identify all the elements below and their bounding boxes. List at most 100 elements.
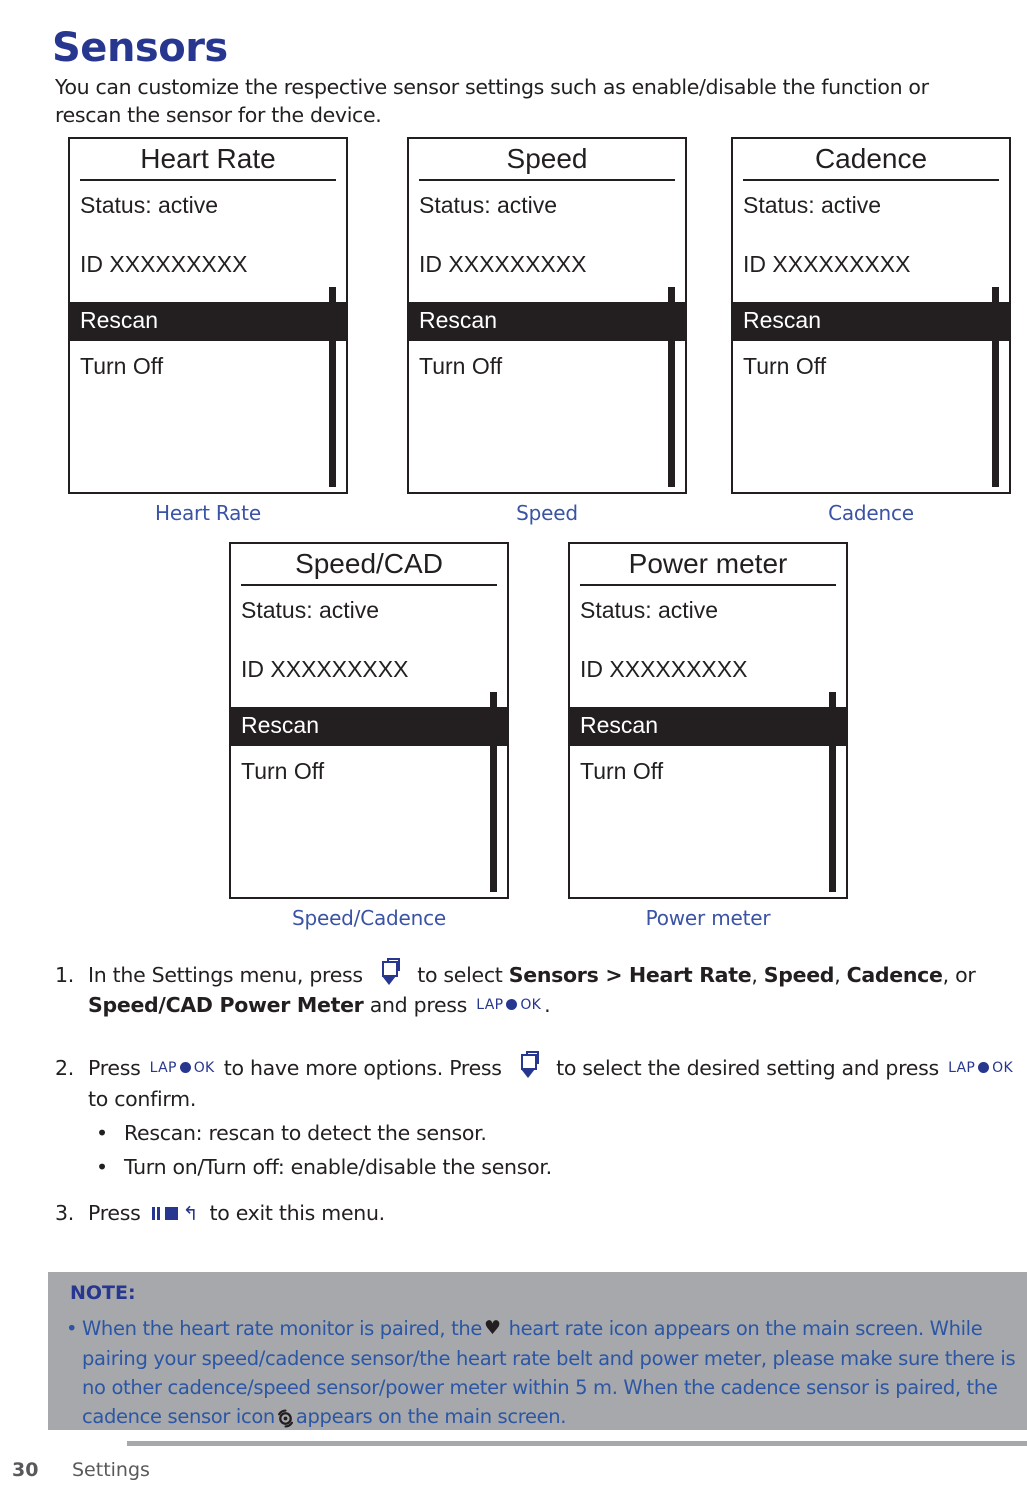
figure-caption: Power meter: [645, 906, 771, 930]
device-title: Cadence: [814, 143, 928, 174]
page-down-key-icon-square-front: [382, 961, 398, 977]
pause-icon: [151, 1206, 161, 1220]
cadence-sensor-icon: [276, 1407, 295, 1428]
step-2: 2. Press LAP OK to have more options. Pre…: [0, 1051, 1027, 1184]
device-scrollbar[interactable]: [668, 287, 675, 487]
step-3-text-1: Press: [88, 1201, 141, 1225]
page-down-key-icon[interactable]: [514, 1051, 544, 1082]
footer-divider: [127, 1441, 1027, 1446]
step-1-number: 1.: [55, 963, 74, 987]
device-scrollbar[interactable]: [490, 692, 497, 892]
device-frame: Power meter Status: active ID XXXXXXXXX …: [568, 542, 848, 899]
device-menu-item-turn-off[interactable]: Turn Off: [409, 341, 685, 378]
ok-label: OK: [520, 997, 542, 1013]
lap-ok-key-icon-dot: [179, 1061, 191, 1073]
note-text: When the heart rate monitor is paired, t…: [82, 1314, 1027, 1431]
device-status-text: Status: active: [419, 192, 558, 218]
lap-ok-key-icon[interactable]: LAP OK: [948, 1053, 1013, 1083]
bullet-dot: •: [66, 1317, 78, 1340]
device-status-text: Status: active: [580, 597, 719, 623]
device-title: Speed: [506, 143, 588, 174]
device-menu-item-rescan[interactable]: Rescan: [570, 707, 846, 746]
device-status-text: Status: active: [80, 192, 219, 218]
pause-stop-back-key-icon[interactable]: ↰: [151, 1197, 199, 1227]
step-1-text-3: and press: [369, 993, 468, 1017]
bullet-dot: •: [96, 1121, 108, 1145]
step-1-body: In the Settings menu, press to select Se…: [88, 958, 1017, 1021]
note-text-part-3: appears on the main screen.: [295, 1405, 567, 1428]
device-menu-item-turn-off[interactable]: Turn Off: [70, 341, 346, 378]
device-screen-power-meter: Power meter Status: active ID XXXXXXXXX …: [568, 542, 848, 930]
device-screens-row-1: Heart Rate Status: active ID XXXXXXXXX R…: [0, 137, 1027, 537]
figure-caption: Speed/Cadence: [291, 906, 447, 930]
lap-label: LAP: [149, 1060, 177, 1076]
ok-label: OK: [193, 1060, 215, 1076]
device-scrollbar[interactable]: [992, 287, 999, 487]
device-menu-item-rescan[interactable]: Rescan: [231, 707, 507, 746]
step-1-bold-2: Speed: [763, 963, 835, 987]
lap-ok-key-icon[interactable]: LAP OK: [476, 990, 541, 1020]
intro-paragraph: You can customize the respective sensor …: [55, 74, 929, 127]
device-menu-item-turn-off[interactable]: Turn Off: [733, 341, 1009, 378]
footer-page-number: 30: [12, 1459, 39, 1481]
lap-ok-key-icon-dot: [978, 1061, 990, 1073]
lap-ok-key-icon[interactable]: LAP OK: [150, 1053, 215, 1083]
device-menu-item-rescan[interactable]: Rescan: [409, 302, 685, 341]
device-menu-item-rescan[interactable]: Rescan: [70, 302, 346, 341]
device-scrollbar[interactable]: [329, 287, 336, 487]
step-1: 1. In the Settings menu, press to select…: [0, 958, 1027, 1021]
step-1-bold-3: Cadence: [846, 963, 943, 987]
device-screen-speed: Speed Status: active ID XXXXXXXXX Rescan…: [407, 137, 687, 525]
note-text-part-1: When the heart rate monitor is paired, t…: [82, 1317, 483, 1340]
device-frame: Speed/CAD Status: active ID XXXXXXXXX Re…: [229, 542, 509, 899]
back-arrow-icon: ↰: [182, 1202, 199, 1225]
page-down-key-icon[interactable]: [375, 958, 405, 989]
step-1-text-4: .: [544, 993, 551, 1017]
step-2-text-3: to select the desired setting and press: [556, 1056, 939, 1080]
device-frame: Speed Status: active ID XXXXXXXXX Rescan…: [407, 137, 687, 494]
device-id-text: ID XXXXXXXXX: [580, 656, 748, 682]
figure-caption: Heart Rate: [155, 501, 261, 525]
device-id-text: ID XXXXXXXXX: [419, 251, 587, 277]
step-1-bold-1: Sensors > Heart Rate: [508, 963, 752, 987]
device-id-text: ID XXXXXXXXX: [80, 251, 248, 277]
step-2-text-2: to have more options. Press: [223, 1056, 502, 1080]
page-down-key-icon-square-front: [520, 1054, 537, 1070]
ok-label: OK: [992, 1060, 1013, 1076]
bullet-dot: •: [96, 1155, 108, 1179]
step-1-comma-2: ,: [834, 963, 841, 987]
note-bullet: • When the heart rate monitor is paired,…: [66, 1314, 1027, 1431]
manual-page: Sensors You can customize the respective…: [0, 0, 1027, 1489]
step-2-number: 2.: [55, 1056, 74, 1080]
device-menu-item-turn-off[interactable]: Turn Off: [570, 746, 846, 783]
step-3-text-2: to exit this menu.: [209, 1201, 386, 1225]
step-3-number: 3.: [55, 1201, 74, 1225]
device-id-text: ID XXXXXXXXX: [743, 251, 911, 277]
device-scrollbar[interactable]: [829, 692, 836, 892]
device-screen-heart-rate: Heart Rate Status: active ID XXXXXXXXX R…: [68, 137, 348, 525]
instruction-steps: 1. In the Settings menu, press to select…: [0, 958, 1027, 1229]
device-menu-item-rescan[interactable]: Rescan: [733, 302, 1009, 341]
device-status-text: Status: active: [743, 192, 882, 218]
step-2-body: Press LAP OK to have more options. Press …: [88, 1051, 1017, 1114]
device-menu-item-turn-off[interactable]: Turn Off: [231, 746, 507, 783]
step-1-comma-3: , or: [942, 963, 976, 987]
device-status-text: Status: active: [241, 597, 380, 623]
step-1-text-2: to select: [417, 963, 503, 987]
step-3-body: Press ↰ to exit this menu.: [88, 1198, 1017, 1229]
step-3: 3. Press ↰ to exit this menu.: [0, 1198, 1027, 1229]
sub-bullet-rescan-text: Rescan: rescan to detect the sensor.: [124, 1121, 487, 1145]
sub-bullet-rescan: • Rescan: rescan to detect the sensor.: [88, 1116, 1027, 1150]
step-2-sub-bullets: • Rescan: rescan to detect the sensor. •…: [88, 1116, 1027, 1184]
figure-caption: Speed: [516, 501, 578, 525]
step-1-text-1: In the Settings menu, press: [88, 963, 363, 987]
device-title: Heart Rate: [140, 143, 276, 174]
device-title: Speed/CAD: [295, 548, 443, 579]
step-2-text-1: Press: [88, 1056, 141, 1080]
device-id-text: ID XXXXXXXXX: [241, 656, 409, 682]
lap-ok-key-icon-dot: [506, 998, 518, 1010]
step-1-bold-4: Speed/CAD Power Meter: [88, 993, 364, 1017]
device-frame: Heart Rate Status: active ID XXXXXXXXX R…: [68, 137, 348, 494]
stop-icon: [164, 1206, 178, 1220]
lap-label: LAP: [948, 1060, 976, 1076]
